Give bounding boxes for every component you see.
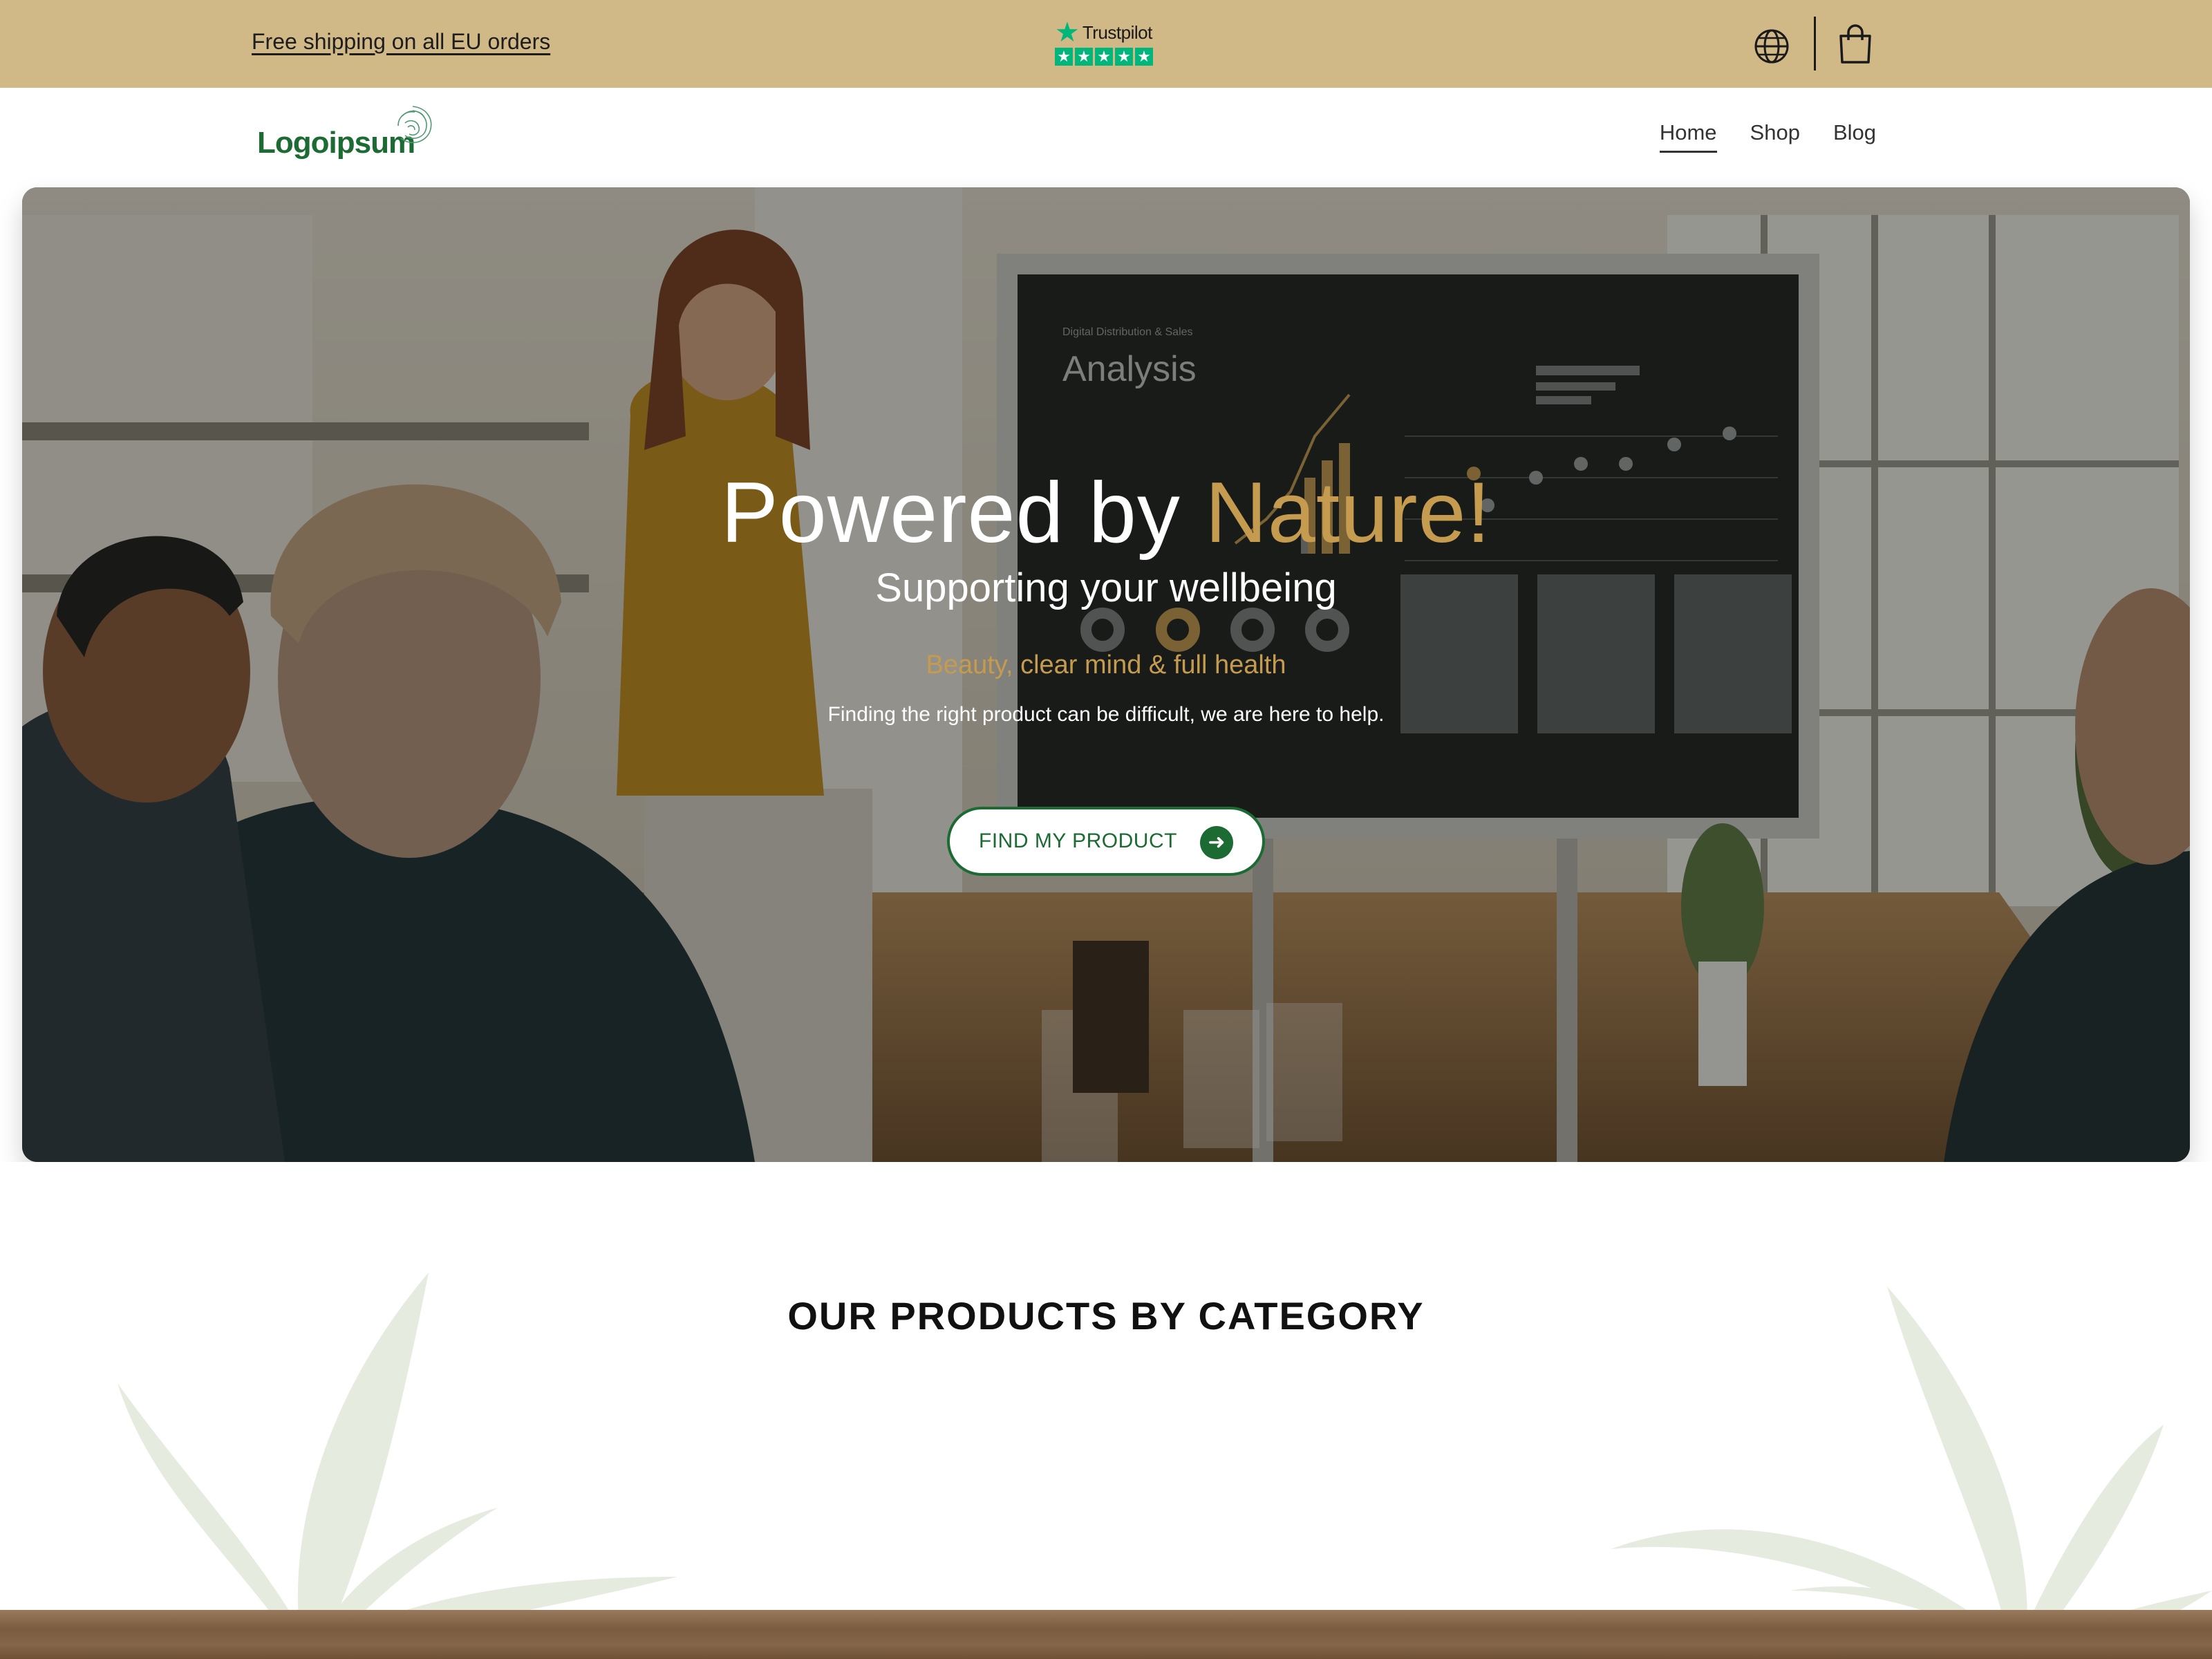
- shopping-bag-icon[interactable]: [1837, 24, 1873, 65]
- rating-star-icon: ★: [1075, 48, 1093, 66]
- hero-title-accent: Nature!: [1205, 465, 1491, 561]
- trustpilot-widget[interactable]: ★ Trustpilot ★ ★ ★ ★ ★: [1055, 19, 1157, 71]
- trustpilot-star-icon: ★: [1055, 17, 1080, 48]
- products-section: OUR PRODUCTS BY CATEGORY: [0, 1162, 2212, 1659]
- rating-star-icon: ★: [1095, 48, 1113, 66]
- hero-title: Powered by Nature!: [22, 464, 2190, 562]
- logo-leaf-icon: [397, 106, 432, 144]
- shipping-link[interactable]: Free shipping on all EU orders: [252, 29, 550, 55]
- hero-content: Powered by Nature! Supporting your wellb…: [22, 187, 2190, 1162]
- rating-star-icon: ★: [1135, 48, 1153, 66]
- cannabis-leaf-right-decoration: [1611, 1286, 2212, 1659]
- products-section-title: OUR PRODUCTS BY CATEGORY: [787, 1294, 1425, 1338]
- nav-shop[interactable]: Shop: [1750, 120, 1800, 153]
- hero-banner: Digital Distribution & Sales Analysis Po…: [22, 187, 2190, 1162]
- globe-icon[interactable]: [1753, 28, 1790, 65]
- main-nav: Home Shop Blog: [1659, 120, 1876, 153]
- hero-description: Finding the right product can be difficu…: [827, 703, 1385, 726]
- site-logo[interactable]: Logoipsum: [257, 102, 437, 171]
- rating-star-icon: ★: [1115, 48, 1133, 66]
- rating-star-icon: ★: [1055, 48, 1073, 66]
- hero-tagline: Beauty, clear mind & full health: [926, 650, 1286, 679]
- nav-home[interactable]: Home: [1659, 120, 1717, 153]
- wood-strip-decoration: [0, 1610, 2212, 1659]
- nav-blog[interactable]: Blog: [1833, 120, 1876, 153]
- trustpilot-label: Trustpilot: [1082, 21, 1152, 43]
- topbar-divider: [1814, 17, 1816, 71]
- arrow-right-icon: ➜: [1200, 826, 1233, 859]
- cta-label: FIND MY PRODUCT: [979, 830, 1177, 852]
- hero-subtitle: Supporting your wellbeing: [875, 565, 1337, 610]
- announcement-bar: Free shipping on all EU orders ★ Trustpi…: [0, 0, 2212, 88]
- trustpilot-rating: ★ ★ ★ ★ ★: [1055, 48, 1157, 66]
- hero-title-prefix: Powered by: [721, 465, 1206, 561]
- find-my-product-button[interactable]: FIND MY PRODUCT ➜: [947, 807, 1265, 876]
